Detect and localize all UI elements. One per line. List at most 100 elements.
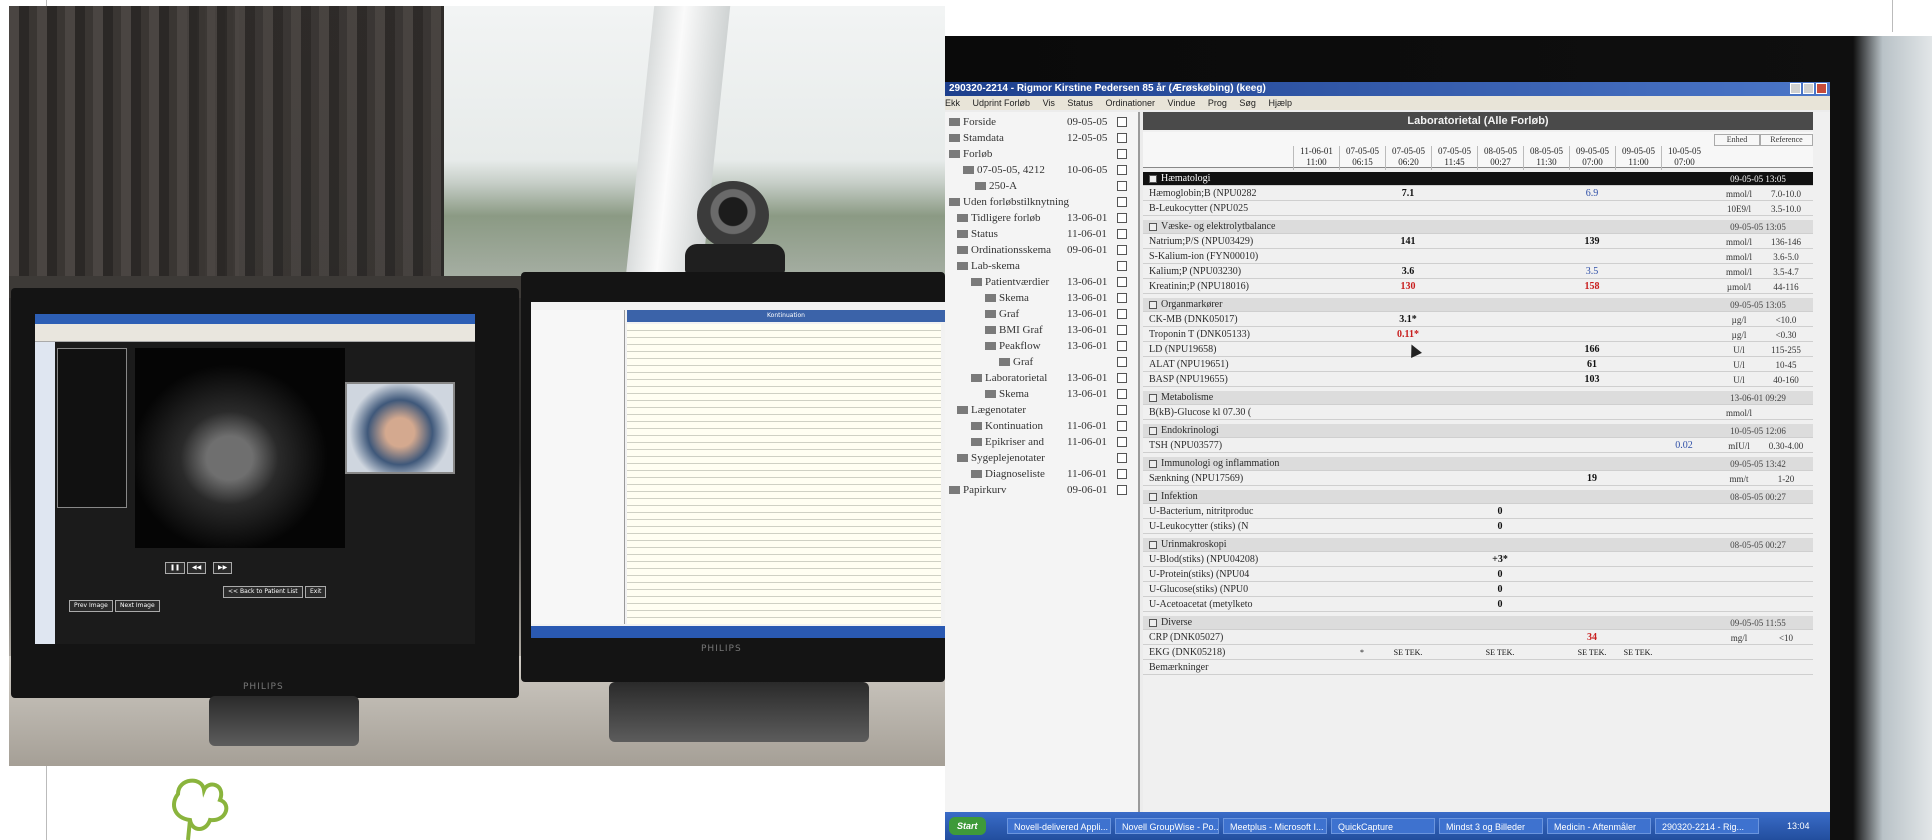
- lab-value-row[interactable]: U-Blod(stiks) (NPU04208) +3*: [1143, 553, 1813, 567]
- tree-item[interactable]: Epikriser and 11-06-01: [971, 436, 1139, 448]
- tree-item[interactable]: Graf: [999, 356, 1139, 368]
- section-header[interactable]: Diverse 09-05-05 11:55: [1143, 616, 1813, 630]
- tree-item-checkbox[interactable]: [1117, 405, 1127, 415]
- minimize-button[interactable]: [1790, 83, 1801, 94]
- column-header[interactable]: 09-05-05 07:00: [1569, 146, 1615, 170]
- column-header[interactable]: 07-05-05 11:45: [1431, 146, 1477, 170]
- column-header[interactable]: 07-05-05 06:20: [1385, 146, 1431, 170]
- column-header[interactable]: 10-05-05 07:00: [1661, 146, 1707, 170]
- lab-value-row[interactable]: U-Protein(stiks) (NPU04 0: [1143, 568, 1813, 582]
- tree-item-checkbox[interactable]: [1117, 197, 1127, 207]
- tree-item-checkbox[interactable]: [1117, 213, 1127, 223]
- lab-value-row[interactable]: U-Bacterium, nitritproduc 0: [1143, 505, 1813, 519]
- lab-value-row[interactable]: TSH (NPU03577) 0.02 mIU/l 0.30-4.00: [1143, 439, 1813, 453]
- close-button[interactable]: [1816, 83, 1827, 94]
- section-header[interactable]: Infektion 08-05-05 00:27: [1143, 490, 1813, 504]
- tree-item-checkbox[interactable]: [1117, 485, 1127, 495]
- lab-value-row[interactable]: CRP (DNK05027) 34 mg/l <10: [1143, 631, 1813, 645]
- lab-value-row[interactable]: Bemærkninger: [1143, 661, 1813, 675]
- tree-item-checkbox[interactable]: [1117, 277, 1127, 287]
- lab-value-row[interactable]: Kreatinin;P (NPU18016) 130 158 µmol/l 44-116: [1143, 280, 1813, 294]
- tree-item[interactable]: 07-05-05, 4212 10-06-05: [963, 164, 1139, 176]
- menu-item[interactable]: Udprint Forløb: [973, 98, 1031, 108]
- lab-value-row[interactable]: Kalium;P (NPU03230) 3.6 3.5 mmol/l 3.5-4.7: [1143, 265, 1813, 279]
- tree-item[interactable]: Tidligere forløb 13-06-01: [957, 212, 1139, 224]
- exit-button[interactable]: Exit: [305, 586, 327, 598]
- tree-item[interactable]: Kontinuation 11-06-01: [971, 420, 1139, 432]
- tree-item-checkbox[interactable]: [1117, 421, 1127, 431]
- section-header[interactable]: Hæmatologi 09-05-05 13:05: [1143, 172, 1813, 186]
- column-header[interactable]: 08-05-05 11:30: [1523, 146, 1569, 170]
- column-header[interactable]: 09-05-05 11:00: [1615, 146, 1661, 170]
- section-header[interactable]: Immunologi og inflammation 09-05-05 13:42: [1143, 457, 1813, 471]
- tree-item[interactable]: Laboratorietal 13-06-01: [971, 372, 1139, 384]
- tree-item-checkbox[interactable]: [1117, 245, 1127, 255]
- section-header[interactable]: Organmarkører 09-05-05 13:05: [1143, 298, 1813, 312]
- tree-item-checkbox[interactable]: [1117, 229, 1127, 239]
- taskbar-task[interactable]: Medicin - Aftenmåler: [1547, 818, 1651, 834]
- column-header[interactable]: 11-06-01 11:00: [1293, 146, 1339, 170]
- menu-item[interactable]: Ekk: [945, 98, 960, 108]
- lab-value-row[interactable]: U-Glucose(stiks) (NPU0 0: [1143, 583, 1813, 597]
- section-header[interactable]: Væske- og elektrolytbalance 09-05-05 13:0…: [1143, 220, 1813, 234]
- tree-item[interactable]: Graf 13-06-01: [985, 308, 1139, 320]
- tree-item[interactable]: Lab-skema: [957, 260, 1139, 272]
- column-header[interactable]: 07-05-05 06:15: [1339, 146, 1385, 170]
- tree-item[interactable]: Ordinationsskema 09-06-01: [957, 244, 1139, 256]
- lab-value-row[interactable]: S-Kalium-ion (FYN00010) mmol/l 3.6-5.0: [1143, 250, 1813, 264]
- tree-item[interactable]: Lægenotater: [957, 404, 1139, 416]
- tree-item[interactable]: Papirkurv 09-06-01: [949, 484, 1139, 496]
- tree-item[interactable]: Status 11-06-01: [957, 228, 1139, 240]
- menu-item[interactable]: Prog: [1208, 98, 1227, 108]
- tree-item-checkbox[interactable]: [1117, 373, 1127, 383]
- lab-value-row[interactable]: U-Leukocytter (stiks) (N 0: [1143, 520, 1813, 534]
- tree-item-checkbox[interactable]: [1117, 261, 1127, 271]
- tree-item[interactable]: Sygeplejenotater: [957, 452, 1139, 464]
- prev-image-button[interactable]: Prev Image: [69, 600, 113, 612]
- tree-item-checkbox[interactable]: [1117, 165, 1127, 175]
- menu-item[interactable]: Vindue: [1168, 98, 1196, 108]
- forward-button[interactable]: ▶▶: [213, 562, 233, 574]
- menu-item[interactable]: Ordinationer: [1105, 98, 1155, 108]
- tree-item-checkbox[interactable]: [1117, 309, 1127, 319]
- tree-item[interactable]: Skema 13-06-01: [985, 292, 1139, 304]
- rewind-button[interactable]: ◀◀: [187, 562, 207, 574]
- back-to-patient-list-button[interactable]: << Back to Patient List: [223, 586, 303, 598]
- tree-item-checkbox[interactable]: [1117, 149, 1127, 159]
- lab-value-row[interactable]: BASP (NPU19655) 103 U/l 40-160: [1143, 373, 1813, 387]
- taskbar-task[interactable]: Novell-delivered Appli...: [1007, 818, 1111, 834]
- lab-value-row[interactable]: Natrium;P/S (NPU03429) 141 139 mmol/l 136-14…: [1143, 235, 1813, 249]
- taskbar-task[interactable]: Meetplus - Microsoft I...: [1223, 818, 1327, 834]
- column-header[interactable]: 08-05-05 00:27: [1477, 146, 1523, 170]
- tree-item-checkbox[interactable]: [1117, 357, 1127, 367]
- taskbar-task[interactable]: 290320-2214 - Rig...: [1655, 818, 1759, 834]
- lab-value-row[interactable]: U-Acetoacetat (metylketo 0: [1143, 598, 1813, 612]
- tree-item-checkbox[interactable]: [1117, 341, 1127, 351]
- echo-thumbnail-strip[interactable]: [57, 348, 127, 508]
- tree-item[interactable]: BMI Graf 13-06-01: [985, 324, 1139, 336]
- taskbar-task[interactable]: Novell GroupWise - Po...: [1115, 818, 1219, 834]
- start-button[interactable]: Start: [949, 817, 986, 835]
- lab-value-row[interactable]: B(kB)-Glucose kl 07.30 (mmol/l: [1143, 406, 1813, 420]
- tree-item-checkbox[interactable]: [1117, 469, 1127, 479]
- next-image-button[interactable]: Next Image: [115, 600, 160, 612]
- tree-item[interactable]: 250-A: [975, 180, 1139, 192]
- pause-button[interactable]: ❚❚: [165, 562, 186, 574]
- tree-item[interactable]: Uden forløbstilknytning: [949, 196, 1139, 208]
- lab-value-row[interactable]: Hæmoglobin;B (NPU0282 7.1 6.9 mmol/l 7.0-10.…: [1143, 187, 1813, 201]
- menu-item[interactable]: Vis: [1043, 98, 1055, 108]
- tree-item[interactable]: Stamdata 12-05-05: [949, 132, 1139, 144]
- tree-item-checkbox[interactable]: [1117, 453, 1127, 463]
- tree-item-checkbox[interactable]: [1117, 117, 1127, 127]
- tree-item[interactable]: Skema 13-06-01: [985, 388, 1139, 400]
- lab-value-row[interactable]: Sænkning (NPU17569) 19 mm/t 1-20: [1143, 472, 1813, 486]
- tree-item[interactable]: Forløb: [949, 148, 1139, 160]
- tree-item-checkbox[interactable]: [1117, 293, 1127, 303]
- lab-value-row[interactable]: LD (NPU19658) 166 U/l 115-255: [1143, 343, 1813, 357]
- taskbar-task[interactable]: Mindst 3 og Billeder: [1439, 818, 1543, 834]
- tree-item-checkbox[interactable]: [1117, 389, 1127, 399]
- lab-value-row[interactable]: Troponin T (DNK05133) 0.11* µg/l <0.30: [1143, 328, 1813, 342]
- section-header[interactable]: Urinmakroskopi 08-05-05 00:27: [1143, 538, 1813, 552]
- lab-value-row[interactable]: ALAT (NPU19651) 61 U/l 10-45: [1143, 358, 1813, 372]
- tree-item[interactable]: Forside 09-05-05: [949, 116, 1139, 128]
